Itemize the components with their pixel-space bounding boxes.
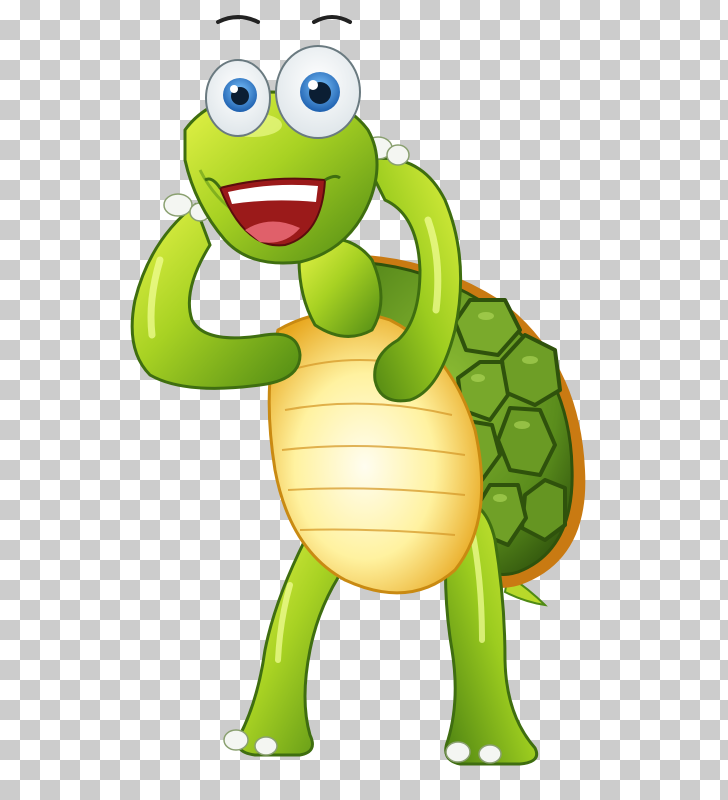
right-eyebrow xyxy=(312,15,352,24)
left-eye xyxy=(205,15,271,137)
right-eye xyxy=(275,15,361,139)
transparency-checkerboard-background xyxy=(0,0,728,800)
left-eyebrow xyxy=(216,15,260,24)
turtle-illustration xyxy=(130,15,586,766)
